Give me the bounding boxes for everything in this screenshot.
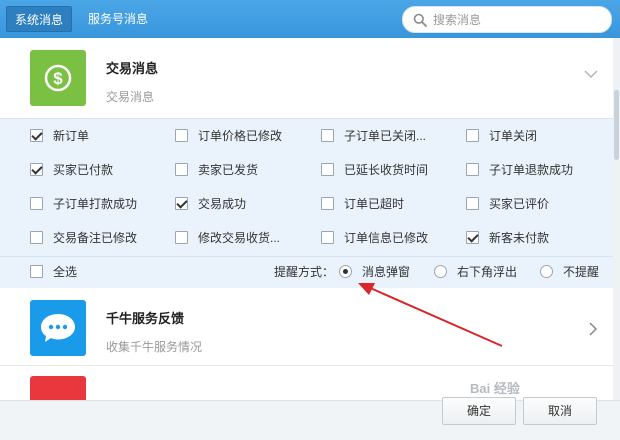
- tab-service-messages[interactable]: 服务号消息: [80, 6, 156, 32]
- qianniu-subtitle: 收集千牛服务情况: [106, 340, 203, 354]
- tab-system-messages[interactable]: 系统消息: [6, 6, 73, 32]
- search-box[interactable]: [402, 6, 612, 33]
- radio-button[interactable]: [434, 265, 447, 278]
- checkbox[interactable]: [175, 163, 188, 176]
- checkbox[interactable]: [321, 197, 334, 210]
- checkbox[interactable]: [466, 231, 479, 244]
- scrollbar-thumb[interactable]: [614, 90, 619, 160]
- option-label: 新订单: [53, 129, 90, 143]
- reminder-label: 提醒方式：: [274, 265, 335, 279]
- option-label: 交易成功: [198, 197, 247, 211]
- option-label: 子订单已关闭...: [344, 129, 427, 143]
- cancel-button[interactable]: 取消: [523, 397, 597, 425]
- partial-app-icon: [30, 376, 86, 400]
- qianniu-app-icon: [30, 300, 86, 356]
- checkbox[interactable]: [321, 129, 334, 142]
- checkbox[interactable]: [30, 265, 43, 278]
- footer-bar: 确定 取消: [0, 397, 620, 440]
- checkbox[interactable]: [466, 163, 479, 176]
- option-label: 买家已付款: [53, 163, 114, 177]
- option-label: 子订单退款成功: [489, 163, 574, 177]
- option-label: 订单已超时: [344, 197, 405, 211]
- list-item-trade[interactable]: $ 交易消息 交易消息: [0, 38, 613, 118]
- list-item-qianniu-feedback[interactable]: 千牛服务反馈 收集千牛服务情况: [0, 288, 613, 368]
- checkbox[interactable]: [175, 197, 188, 210]
- reminder-option-label: 右下角浮出: [457, 265, 518, 279]
- radio-button[interactable]: [540, 265, 553, 278]
- panel-divider: [0, 256, 613, 257]
- trade-title: 交易消息: [106, 61, 159, 76]
- option-label: 卖家已发货: [198, 163, 259, 177]
- option-label: 修改交易收货...: [198, 231, 281, 245]
- chat-bubble-icon: [41, 314, 75, 342]
- option-label: 交易备注已修改: [53, 231, 138, 245]
- checkbox[interactable]: [466, 129, 479, 142]
- search-icon: [413, 13, 427, 27]
- option-label: 买家已评价: [489, 197, 550, 211]
- option-label: 新客未付款: [489, 231, 550, 245]
- message-list[interactable]: $ 交易消息 交易消息 新订单 订单价格已修改 子订单已关闭... 订单关闭 买…: [0, 38, 613, 400]
- option-label: 子订单打款成功: [53, 197, 138, 211]
- chevron-down-icon[interactable]: [583, 68, 599, 80]
- checkbox[interactable]: [30, 231, 43, 244]
- option-label: 已延长收货时间: [344, 163, 429, 177]
- checkbox[interactable]: [466, 197, 479, 210]
- checkbox[interactable]: [175, 231, 188, 244]
- checkbox[interactable]: [175, 129, 188, 142]
- select-all-label: 全选: [53, 265, 78, 279]
- reminder-option-label: 消息弹窗: [362, 265, 411, 279]
- scrollbar[interactable]: [613, 38, 620, 400]
- trade-app-icon: $: [30, 50, 86, 106]
- confirm-button[interactable]: 确定: [442, 397, 516, 425]
- watermark: Bai 经验: [470, 381, 520, 396]
- header-bar: 系统消息 服务号消息: [0, 0, 620, 38]
- list-item-partial[interactable]: [0, 368, 613, 400]
- checkbox[interactable]: [30, 197, 43, 210]
- checkbox[interactable]: [30, 129, 43, 142]
- checkbox[interactable]: [321, 231, 334, 244]
- search-input[interactable]: [433, 10, 603, 30]
- option-label: 订单关闭: [489, 129, 538, 143]
- option-label: 订单信息已修改: [344, 231, 429, 245]
- list-divider: [0, 365, 613, 366]
- chevron-right-icon[interactable]: [588, 321, 598, 337]
- dollar-icon: $: [44, 64, 72, 92]
- trade-subtitle: 交易消息: [106, 90, 155, 104]
- svg-text:$: $: [53, 69, 63, 88]
- trade-options-panel: 新订单 订单价格已修改 子订单已关闭... 订单关闭 买家已付款 卖家已发货 已…: [0, 118, 613, 288]
- reminder-option-label: 不提醒: [563, 265, 600, 279]
- option-label: 订单价格已修改: [198, 129, 283, 143]
- qianniu-title: 千牛服务反馈: [106, 311, 185, 326]
- radio-button[interactable]: [339, 265, 352, 278]
- checkbox[interactable]: [30, 163, 43, 176]
- checkbox[interactable]: [321, 163, 334, 176]
